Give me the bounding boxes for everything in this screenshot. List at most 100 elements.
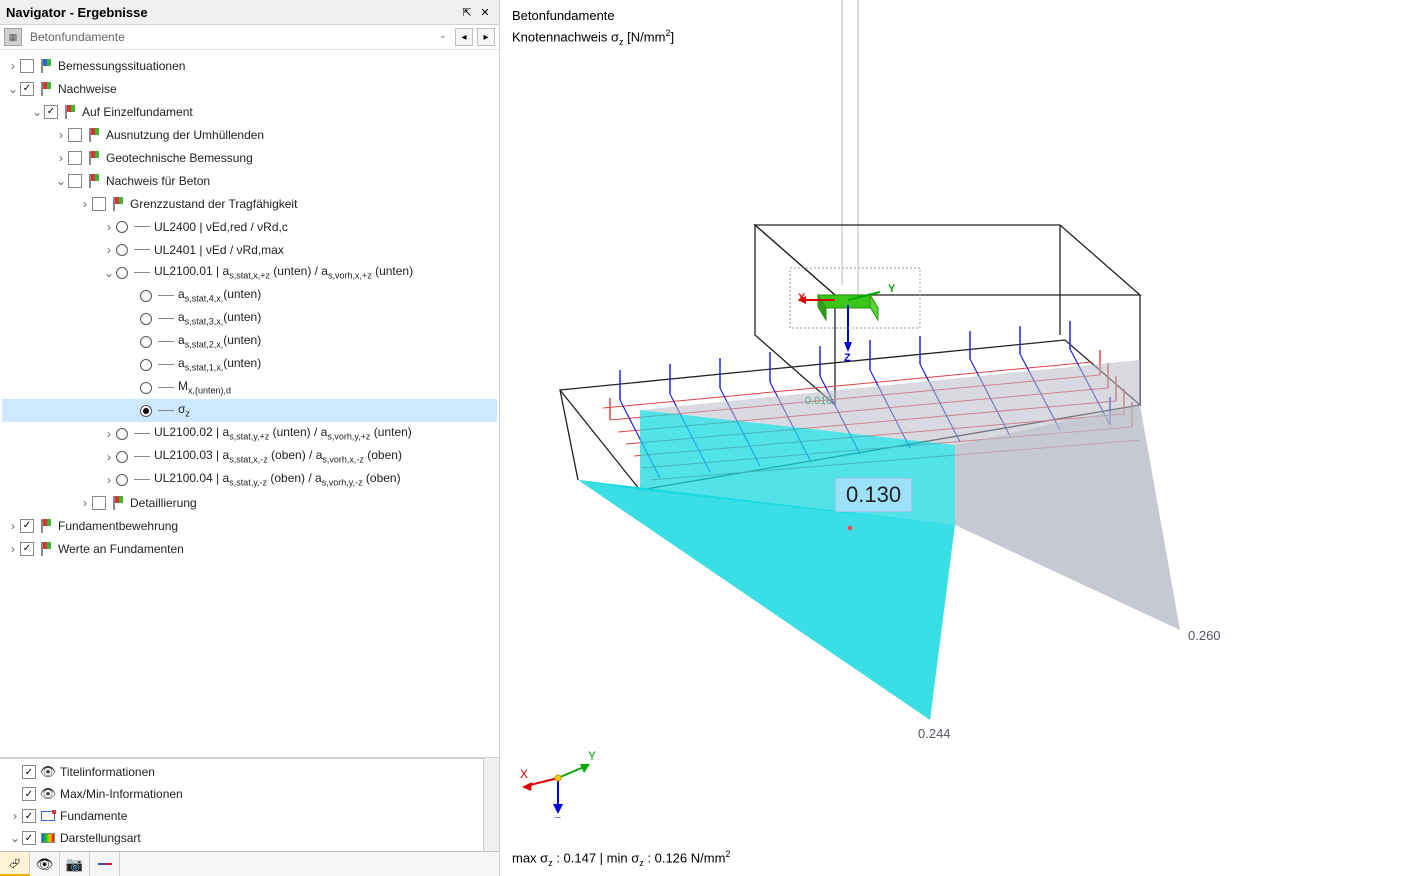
expand-toggle[interactable]: › [102,427,116,441]
axis-z-label: Z [844,352,851,364]
checkbox[interactable]: ✓ [20,82,34,96]
options-scrollbar[interactable] [483,758,499,851]
tree-item-ausnutzung[interactable]: › Ausnutzung der Umhüllenden [2,123,497,146]
collapse-toggle[interactable]: ⌄ [54,174,68,188]
tree-item-as4[interactable]: as,stat,4,x,(unten) [2,284,497,307]
tab-cursor[interactable]: ⮰ [0,852,30,876]
radio[interactable] [140,290,152,302]
radio[interactable] [116,267,128,279]
tree-item-nachweisbeton[interactable]: ⌄ Nachweis für Beton [2,169,497,192]
tree-item-ul210002[interactable]: › UL2100.02 | as,stat,y,+z (unten) / as,… [2,422,497,445]
checkbox[interactable]: ✓ [22,765,36,779]
flag-icon [39,82,53,96]
expand-toggle[interactable]: › [6,519,20,533]
expand-toggle[interactable]: › [6,542,20,556]
radio[interactable] [140,336,152,348]
tree-item-as2[interactable]: as,stat,2,x,(unten) [2,330,497,353]
radio[interactable] [116,451,128,463]
prev-button[interactable]: ◂ [455,28,473,46]
tree-item-mx[interactable]: Mx,(unten),d [2,376,497,399]
axis-y-label: Y [888,283,895,295]
checkbox[interactable] [68,128,82,142]
tab-camera[interactable]: 📷 [60,852,90,876]
checkbox[interactable] [92,197,106,211]
close-button[interactable]: ✕ [477,4,493,20]
checkbox[interactable]: ✓ [22,809,36,823]
tree-item-einzelfund[interactable]: ⌄ ✓ Auf Einzelfundament [2,100,497,123]
tree-item-sigmaz[interactable]: σz [2,399,497,422]
navigator-panel: Navigator - Ergebnisse ⇱ ✕ ▦ Betonfundam… [0,0,500,876]
checkbox[interactable]: ✓ [20,519,34,533]
radio[interactable] [140,382,152,394]
flag-icon [87,128,101,142]
expand-toggle[interactable]: › [78,197,92,211]
tree-item-ul210003[interactable]: › UL2100.03 | as,stat,x,-z (oben) / as,v… [2,445,497,468]
expand-toggle[interactable]: › [78,496,92,510]
option-maxmin[interactable]: ✓ 👁 Max/Min-Informationen [4,783,479,805]
checkbox[interactable]: ✓ [20,542,34,556]
option-titel[interactable]: ✓ 👁 Titelinformationen [4,761,479,783]
checkbox[interactable] [20,59,34,73]
next-button[interactable]: ▸ [477,28,495,46]
radio[interactable] [116,244,128,256]
axis-x-label: X [798,292,805,304]
value-label-244: 0.244 [918,726,951,741]
model-canvas[interactable] [500,0,1415,876]
radio[interactable] [140,313,152,325]
flag-icon [39,59,53,73]
option-darstellung[interactable]: ⌄ ✓ Darstellungsart [4,827,479,849]
pin-button[interactable]: ⇱ [459,4,475,20]
checkbox[interactable]: ✓ [22,787,36,801]
axis-gizmo[interactable]: X Y Z [518,738,598,818]
option-fundamente[interactable]: › ✓ Fundamente [4,805,479,827]
checkbox[interactable] [68,151,82,165]
checkbox[interactable] [92,496,106,510]
value-callout-main: 0.130 [835,478,912,512]
flag-icon [111,496,125,510]
flag-icon [39,519,53,533]
radio[interactable] [140,359,152,371]
tree-item-ul210001[interactable]: ⌄ UL2100.01 | as,stat,x,+z (unten) / as,… [2,261,497,284]
tree-item-bemessung[interactable]: › Bemessungssituationen [2,54,497,77]
expand-toggle[interactable]: › [102,220,116,234]
collapse-toggle[interactable]: ⌄ [8,831,22,845]
value-label-018: 0.018 [805,395,833,407]
expand-toggle[interactable]: › [54,128,68,142]
navigator-title: Navigator - Ergebnisse [6,5,148,20]
radio[interactable] [116,428,128,440]
checkbox[interactable]: ✓ [22,831,36,845]
collapse-toggle[interactable]: ⌄ [102,266,116,280]
tree-item-ul2401[interactable]: › UL2401 | νEd / νRd,max [2,238,497,261]
module-dropdown[interactable]: Betonfundamente ⌄ [26,28,451,46]
radio-selected[interactable] [140,405,152,417]
checkbox[interactable]: ✓ [44,105,58,119]
tree-item-grenz[interactable]: › Grenzzustand der Tragfähigkeit [2,192,497,215]
viewport-3d[interactable]: Betonfundamente Knotennachweis σz [N/mm2… [500,0,1415,876]
expand-toggle[interactable]: › [8,809,22,823]
navigator-tabs: ⮰ 👁 📷 [0,851,499,876]
expand-toggle[interactable]: › [102,450,116,464]
expand-toggle[interactable]: › [102,473,116,487]
expand-toggle[interactable]: › [102,243,116,257]
tree-item-fundbew[interactable]: › ✓ Fundamentbewehrung [2,514,497,537]
tree-item-ul210004[interactable]: › UL2100.04 | as,stat,y,-z (oben) / as,v… [2,468,497,491]
collapse-toggle[interactable]: ⌄ [6,82,20,96]
checkbox[interactable] [68,174,82,188]
tree-item-werte[interactable]: › ✓ Werte an Fundamenten [2,537,497,560]
tree-item-detail[interactable]: › Detaillierung [2,491,497,514]
tree-item-nachweise[interactable]: ⌄ ✓ Nachweise [2,77,497,100]
tab-eye[interactable]: 👁 [30,852,60,876]
collapse-toggle[interactable]: ⌄ [30,105,44,119]
expand-toggle[interactable]: › [6,59,20,73]
module-icon: ▦ [4,28,22,46]
result-tree[interactable]: › Bemessungssituationen ⌄ ✓ Nachweise ⌄ … [0,50,499,757]
tree-item-as1[interactable]: as,stat,1,x,(unten) [2,353,497,376]
expand-toggle[interactable]: › [54,151,68,165]
gizmo-x-label: X [520,767,528,781]
tree-item-ul2400[interactable]: › UL2400 | νEd,red / νRd,c [2,215,497,238]
radio[interactable] [116,221,128,233]
tree-item-as3[interactable]: as,stat,3,x,(unten) [2,307,497,330]
radio[interactable] [116,474,128,486]
tree-item-geotech[interactable]: › Geotechnische Bemessung [2,146,497,169]
tab-results[interactable] [90,852,120,876]
